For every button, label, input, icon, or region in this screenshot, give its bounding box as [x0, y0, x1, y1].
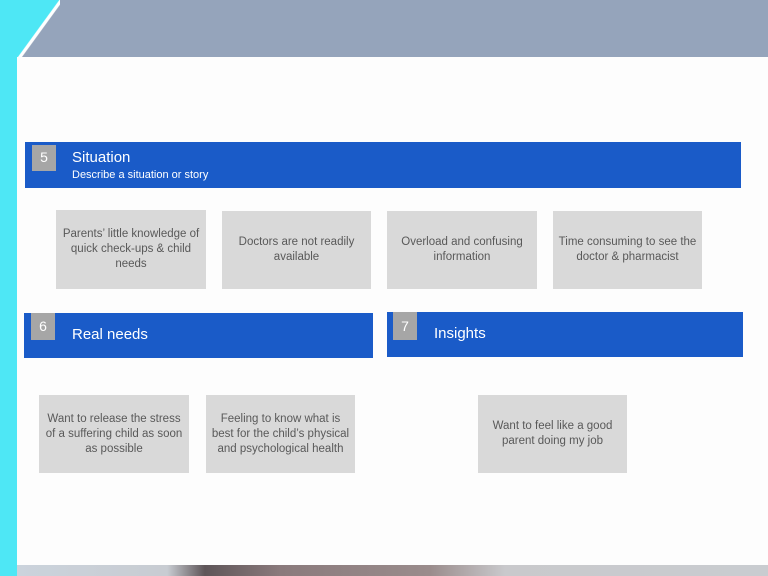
insights-card: Want to feel like a good parent doing my…	[478, 395, 627, 473]
corner-accent	[0, 0, 60, 57]
situation-header: 5 Situation Describe a situation or stor…	[25, 142, 741, 188]
situation-number-badge: 5	[32, 145, 56, 171]
situation-title: Situation	[72, 149, 131, 166]
situation-card: Doctors are not readily available	[222, 211, 371, 289]
insights-number-badge: 7	[393, 312, 417, 340]
real-needs-header: 6 Real needs	[24, 313, 373, 358]
situation-card: Parents’ little knowledge of quick check…	[56, 210, 206, 289]
insights-header: 7 Insights	[387, 312, 743, 357]
left-accent-bar	[0, 0, 17, 576]
situation-card: Overload and confusing information	[387, 211, 537, 289]
slide-content-area	[17, 57, 768, 565]
situation-card: Time consuming to see the doctor & pharm…	[553, 211, 702, 289]
real-needs-card: Want to release the stress of a sufferin…	[39, 395, 189, 473]
real-needs-card: Feeling to know what is best for the chi…	[206, 395, 355, 473]
real-needs-number-badge: 6	[31, 313, 55, 340]
insights-title: Insights	[434, 325, 486, 342]
bottom-photo-strip	[17, 565, 768, 576]
situation-subtitle: Describe a situation or story	[72, 169, 209, 181]
real-needs-title: Real needs	[72, 326, 148, 343]
top-band	[0, 0, 768, 57]
